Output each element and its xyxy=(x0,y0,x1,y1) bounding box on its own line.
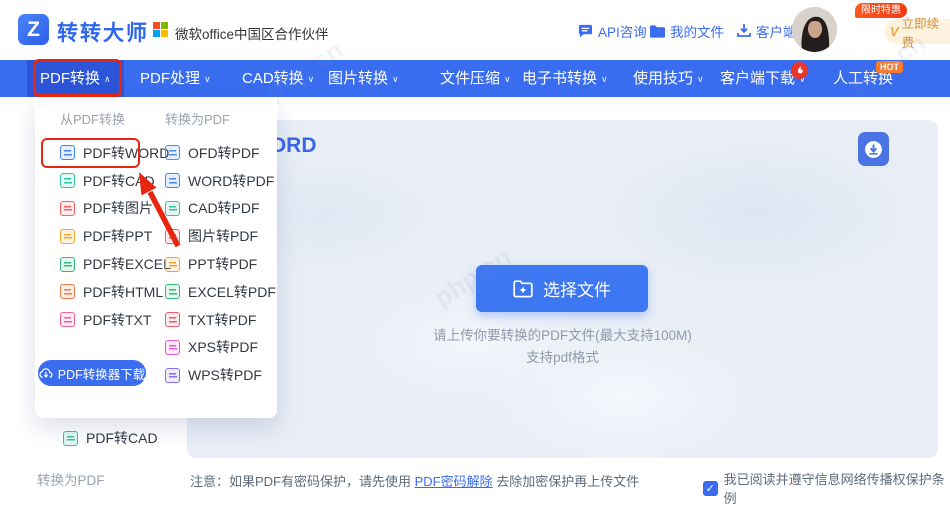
download-icon xyxy=(737,24,751,38)
renew-pill[interactable]: V 立即续费 xyxy=(884,19,950,44)
site-logo-text[interactable]: 转转大师 xyxy=(57,17,149,47)
password-note: 注意：如果PDF有密码保护，请先使用 PDF密码解除 去除加密保护再上传文件 xyxy=(190,471,639,490)
renew-label: 立即续费 xyxy=(902,13,950,51)
chevron-down-icon: ∨ xyxy=(601,74,608,84)
client-link[interactable]: 客户端 xyxy=(737,21,797,41)
menu-item-ppt-to-pdf[interactable]: PPT转PDF xyxy=(165,250,276,278)
menu-item-pdf-to-cad[interactable]: PDF转CAD xyxy=(60,167,171,195)
choose-file-button[interactable]: 选择文件 xyxy=(476,265,648,312)
menu-item-pdf-to-word[interactable]: PDF转WORD xyxy=(60,139,171,167)
converter-download-label: PDF转换器下载 xyxy=(58,364,146,383)
menu-item-excel-to-pdf[interactable]: EXCEL转PDF xyxy=(165,278,276,306)
microsoft-logo-icon xyxy=(153,22,168,37)
cloud-download-icon xyxy=(39,367,53,379)
file-icon xyxy=(165,173,180,188)
promo-badge: 限时特惠 xyxy=(855,3,907,18)
upload-hint-format: 支持pdf格式 xyxy=(187,346,938,366)
dropdown-section-from-pdf: 从PDF转换 xyxy=(60,109,125,128)
file-icon xyxy=(60,173,75,188)
file-icon xyxy=(165,145,180,160)
file-icon xyxy=(165,340,180,355)
menu-item-cad-to-pdf[interactable]: CAD转PDF xyxy=(165,195,276,223)
chevron-down-icon: ∨ xyxy=(308,74,315,84)
pdf-convert-dropdown: 从PDF转换 转换为PDF PDF转WORD PDF转CAD PDF转图片 PD… xyxy=(35,97,277,418)
menu-item-pdf-to-txt[interactable]: PDF转TXT xyxy=(60,306,171,334)
menu-item-pdf-to-image[interactable]: PDF转图片 xyxy=(60,195,171,223)
folder-plus-icon xyxy=(513,280,534,298)
sidebar-item-pdf-to-cad[interactable]: PDF转CAD xyxy=(63,428,158,448)
client-label: 客户端 xyxy=(756,21,797,41)
file-icon xyxy=(60,145,75,160)
file-icon xyxy=(60,257,75,272)
nav-item-pdf-process[interactable]: PDF处理∨ xyxy=(140,60,211,97)
hot-badge: HOT xyxy=(876,61,903,73)
sidebar-section-to-pdf: 转换为PDF xyxy=(37,469,105,489)
caret-up-icon: ∧ xyxy=(104,74,111,84)
fire-badge-icon xyxy=(791,62,808,79)
file-icon xyxy=(165,257,180,272)
menu-item-pdf-to-excel[interactable]: PDF转EXCEL xyxy=(60,250,171,278)
nav-item-pdf-convert[interactable]: PDF转换∧ xyxy=(27,60,124,97)
upload-hint-size: 请上传你要转换的PDF文件(最大支持100M) xyxy=(187,324,938,344)
file-icon xyxy=(165,312,180,327)
api-consult-label: API咨询 xyxy=(598,21,647,41)
nav-item-tips[interactable]: 使用技巧∨ xyxy=(633,60,704,97)
menu-item-txt-to-pdf[interactable]: TXT转PDF xyxy=(165,306,276,334)
nav-item-image-convert[interactable]: 图片转换∨ xyxy=(328,60,399,97)
site-logo-icon[interactable]: Z xyxy=(18,14,49,45)
sidebar-item-label: PDF转CAD xyxy=(86,428,158,448)
file-icon xyxy=(60,229,75,244)
nav-item-file-compress[interactable]: 文件压缩∨ xyxy=(440,60,511,97)
file-icon xyxy=(165,284,180,299)
file-icon xyxy=(63,431,78,446)
chevron-down-icon: ∨ xyxy=(392,74,399,84)
menu-item-ofd-to-pdf[interactable]: OFD转PDF xyxy=(165,139,276,167)
file-icon xyxy=(60,312,75,327)
nav-item-ebook-convert[interactable]: 电子书转换∨ xyxy=(522,60,608,97)
pdf-password-remove-link[interactable]: PDF密码解除 xyxy=(415,474,493,489)
comment-icon xyxy=(578,24,593,38)
folder-icon xyxy=(650,25,665,38)
file-icon xyxy=(165,229,180,244)
user-avatar[interactable] xyxy=(792,7,837,52)
dropdown-column-from-pdf: PDF转WORD PDF转CAD PDF转图片 PDF转PPT PDF转EXCE… xyxy=(60,139,171,334)
chevron-down-icon: ∨ xyxy=(697,74,704,84)
menu-item-pdf-to-html[interactable]: PDF转HTML xyxy=(60,278,171,306)
menu-item-pdf-to-ppt[interactable]: PDF转PPT xyxy=(60,222,171,250)
menu-item-wps-to-pdf[interactable]: WPS转PDF xyxy=(165,361,276,389)
agreement-row: ✓ 我已阅读并遵守信息网络传播权保护条例 xyxy=(703,469,950,507)
menu-item-xps-to-pdf[interactable]: XPS转PDF xyxy=(165,334,276,362)
nav-item-cad-convert[interactable]: CAD转换∨ xyxy=(242,60,314,97)
chevron-down-icon: ∨ xyxy=(204,74,211,84)
menu-item-word-to-pdf[interactable]: WORD转PDF xyxy=(165,167,276,195)
file-icon xyxy=(60,201,75,216)
file-icon xyxy=(60,284,75,299)
banner-download-icon[interactable] xyxy=(858,132,889,166)
avatar-image xyxy=(792,7,837,52)
dropdown-section-to-pdf: 转换为PDF xyxy=(165,109,230,128)
header: Z 转转大师 微软office中国区合作伙伴 API咨询 我的文件 客户端 V … xyxy=(0,0,950,60)
pdf-converter-download-button[interactable]: PDF转换器下载 xyxy=(38,360,146,386)
file-icon xyxy=(165,201,180,216)
my-files-link[interactable]: 我的文件 xyxy=(650,21,724,41)
dropdown-column-to-pdf: OFD转PDF WORD转PDF CAD转PDF 图片转PDF PPT转PDF … xyxy=(165,139,276,389)
chevron-down-icon: ∨ xyxy=(504,74,511,84)
choose-file-label: 选择文件 xyxy=(543,276,611,301)
menu-item-image-to-pdf[interactable]: 图片转PDF xyxy=(165,222,276,250)
file-icon xyxy=(165,368,180,383)
agree-label: 我已阅读并遵守信息网络传播权保护条例 xyxy=(724,469,950,507)
agree-checkbox[interactable]: ✓ xyxy=(703,481,718,496)
main-nav: PDF转换∧ PDF处理∨ CAD转换∨ 图片转换∨ 文件压缩∨ 电子书转换∨ … xyxy=(0,60,950,97)
vip-icon: V xyxy=(890,24,899,39)
partner-text: 微软office中国区合作伙伴 xyxy=(175,23,329,43)
api-consult-link[interactable]: API咨询 xyxy=(578,21,647,41)
my-files-label: 我的文件 xyxy=(670,21,724,41)
